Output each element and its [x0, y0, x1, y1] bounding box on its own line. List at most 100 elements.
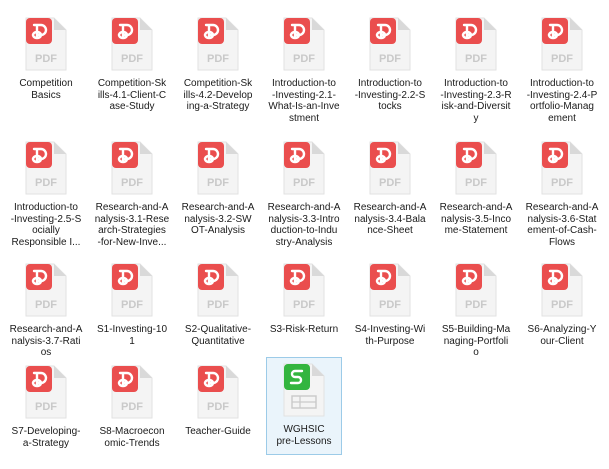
file-name-label: S2-Qualitative- Quantitative [184, 324, 252, 347]
file-item[interactable]: PDF Introduction-to -Investing-2.2-S toc… [352, 12, 428, 113]
file-item[interactable]: PDF S3-Risk-Return [266, 258, 342, 336]
file-grid: PDF Competition Basics PDF Competition-S… [0, 0, 609, 469]
pdf-badge-text: PDF [35, 401, 57, 413]
pdf-file-icon: PDF [196, 262, 240, 318]
pdf-badge-text: PDF [121, 177, 143, 189]
file-item[interactable]: PDF S4-Investing-Wi th-Purpose [352, 258, 428, 347]
file-name-label: Competition-Sk ills-4.1-Client-C ase-Stu… [97, 78, 167, 112]
pdf-badge-text: PDF [35, 177, 57, 189]
file-item[interactable]: PDF S5-Building-Ma naging-Portfoli o [438, 258, 514, 359]
pdf-file-icon: PDF [282, 140, 326, 196]
pdf-file-icon: PDF [24, 262, 68, 318]
pdf-file-icon: PDF [196, 16, 240, 72]
file-name-label: Introduction-to -Investing-2.2-S tocks [354, 78, 426, 112]
file-name-label: S4-Investing-Wi th-Purpose [354, 324, 426, 347]
file-item[interactable]: PDF Competition Basics [8, 12, 84, 101]
file-item[interactable]: PDF S8-Macroecon omic-Trends [94, 360, 170, 449]
file-item[interactable]: WGHSIC pre-Lessons [266, 357, 342, 455]
file-name-label: Research-and-A nalysis-3.1-Rese arch-Str… [94, 202, 170, 248]
file-name-label: WGHSIC pre-Lessons [276, 424, 332, 447]
pdf-badge-text: PDF [293, 299, 315, 311]
file-name-label: Competition-Sk ills-4.2-Develop ing-a-St… [183, 78, 253, 112]
file-item[interactable]: PDF Competition-Sk ills-4.1-Client-C ase… [94, 12, 170, 113]
pdf-badge-text: PDF [379, 53, 401, 65]
file-item[interactable]: PDF Research-and-A nalysis-3.7-Rati os [8, 258, 84, 359]
file-item[interactable]: PDF Introduction-to -Investing-2.4-P ort… [524, 12, 600, 124]
pdf-file-icon: PDF [454, 262, 498, 318]
pdf-badge-text: PDF [293, 177, 315, 189]
pdf-badge-text: PDF [379, 177, 401, 189]
pdf-file-icon: PDF [24, 364, 68, 420]
file-item[interactable]: PDF Introduction-to -Investing-2.1- What… [266, 12, 342, 124]
file-name-label: S3-Risk-Return [269, 324, 339, 335]
pdf-file-icon: PDF [196, 140, 240, 196]
pdf-badge-text: PDF [207, 401, 229, 413]
pdf-badge-text: PDF [207, 299, 229, 311]
file-name-label: S7-Developing- a-Strategy [11, 426, 81, 449]
file-item[interactable]: PDF Research-and-A nalysis-3.4-Bala nce-… [352, 136, 428, 237]
file-name-label: Research-and-A nalysis-3.4-Bala nce-Shee… [353, 202, 427, 236]
file-item[interactable]: PDF Research-and-A nalysis-3.6-Stat emen… [524, 136, 600, 248]
file-item[interactable]: PDF Research-and-A nalysis-3.3-Intro duc… [266, 136, 342, 248]
file-item[interactable]: PDF Competition-Sk ills-4.2-Develop ing-… [180, 12, 256, 113]
pdf-badge-text: PDF [293, 53, 315, 65]
file-name-label: Research-and-A nalysis-3.5-Inco me-State… [439, 202, 513, 236]
pdf-badge-text: PDF [121, 401, 143, 413]
file-item[interactable]: PDF S7-Developing- a-Strategy [8, 360, 84, 449]
file-name-label: S6-Analyzing-Y our-Client [527, 324, 597, 347]
pdf-badge-text: PDF [121, 53, 143, 65]
pdf-file-icon: PDF [540, 140, 584, 196]
pdf-file-icon: PDF [110, 262, 154, 318]
file-item[interactable]: PDF Introduction-to -Investing-2.5-S oci… [8, 136, 84, 248]
pdf-file-icon: PDF [540, 262, 584, 318]
file-name-label: Introduction-to -Investing-2.4-P ortfoli… [526, 78, 598, 124]
file-name-label: Research-and-A nalysis-3.6-Stat ement-of… [525, 202, 599, 248]
spreadsheet-file-icon [282, 362, 326, 418]
file-name-label: Research-and-A nalysis-3.2-SW OT-Analysi… [181, 202, 255, 236]
pdf-badge-text: PDF [551, 177, 573, 189]
file-item[interactable]: PDF Research-and-A nalysis-3.5-Inco me-S… [438, 136, 514, 237]
file-name-label: S1-Investing-10 1 [96, 324, 168, 347]
pdf-file-icon: PDF [24, 16, 68, 72]
file-name-label: Research-and-A nalysis-3.3-Intro duction… [267, 202, 341, 248]
file-name-label: S5-Building-Ma naging-Portfoli o [441, 324, 511, 358]
file-name-label: Research-and-A nalysis-3.7-Rati os [9, 324, 83, 358]
pdf-file-icon: PDF [110, 140, 154, 196]
pdf-badge-text: PDF [551, 299, 573, 311]
pdf-file-icon: PDF [368, 16, 412, 72]
pdf-badge-text: PDF [207, 177, 229, 189]
pdf-badge-text: PDF [121, 299, 143, 311]
pdf-file-icon: PDF [454, 16, 498, 72]
pdf-file-icon: PDF [454, 140, 498, 196]
file-name-label: S8-Macroecon omic-Trends [99, 426, 165, 449]
file-item[interactable]: PDF S2-Qualitative- Quantitative [180, 258, 256, 347]
pdf-file-icon: PDF [540, 16, 584, 72]
file-item[interactable]: PDF Introduction-to -Investing-2.3-R isk… [438, 12, 514, 124]
file-item[interactable]: PDF S6-Analyzing-Y our-Client [524, 258, 600, 347]
pdf-badge-text: PDF [35, 299, 57, 311]
pdf-file-icon: PDF [282, 262, 326, 318]
pdf-file-icon: PDF [24, 140, 68, 196]
pdf-badge-text: PDF [551, 53, 573, 65]
pdf-badge-text: PDF [465, 299, 487, 311]
pdf-file-icon: PDF [282, 16, 326, 72]
pdf-badge-text: PDF [35, 53, 57, 65]
pdf-badge-text: PDF [465, 53, 487, 65]
pdf-file-icon: PDF [110, 364, 154, 420]
pdf-badge-text: PDF [465, 177, 487, 189]
file-name-label: Competition Basics [19, 78, 73, 101]
file-item[interactable]: PDF Research-and-A nalysis-3.1-Rese arch… [94, 136, 170, 248]
pdf-file-icon: PDF [368, 140, 412, 196]
pdf-file-icon: PDF [368, 262, 412, 318]
file-name-label: Introduction-to -Investing-2.5-S ocially… [10, 202, 82, 248]
file-item[interactable]: PDF Research-and-A nalysis-3.2-SW OT-Ana… [180, 136, 256, 237]
file-item[interactable]: PDF Teacher-Guide [180, 360, 256, 438]
file-item[interactable]: PDF S1-Investing-10 1 [94, 258, 170, 347]
pdf-badge-text: PDF [207, 53, 229, 65]
file-name-label: Teacher-Guide [185, 426, 251, 437]
pdf-badge-text: PDF [379, 299, 401, 311]
pdf-file-icon: PDF [110, 16, 154, 72]
file-name-label: Introduction-to -Investing-2.3-R isk-and… [440, 78, 512, 124]
pdf-file-icon: PDF [196, 364, 240, 420]
file-name-label: Introduction-to -Investing-2.1- What-Is-… [268, 78, 340, 124]
